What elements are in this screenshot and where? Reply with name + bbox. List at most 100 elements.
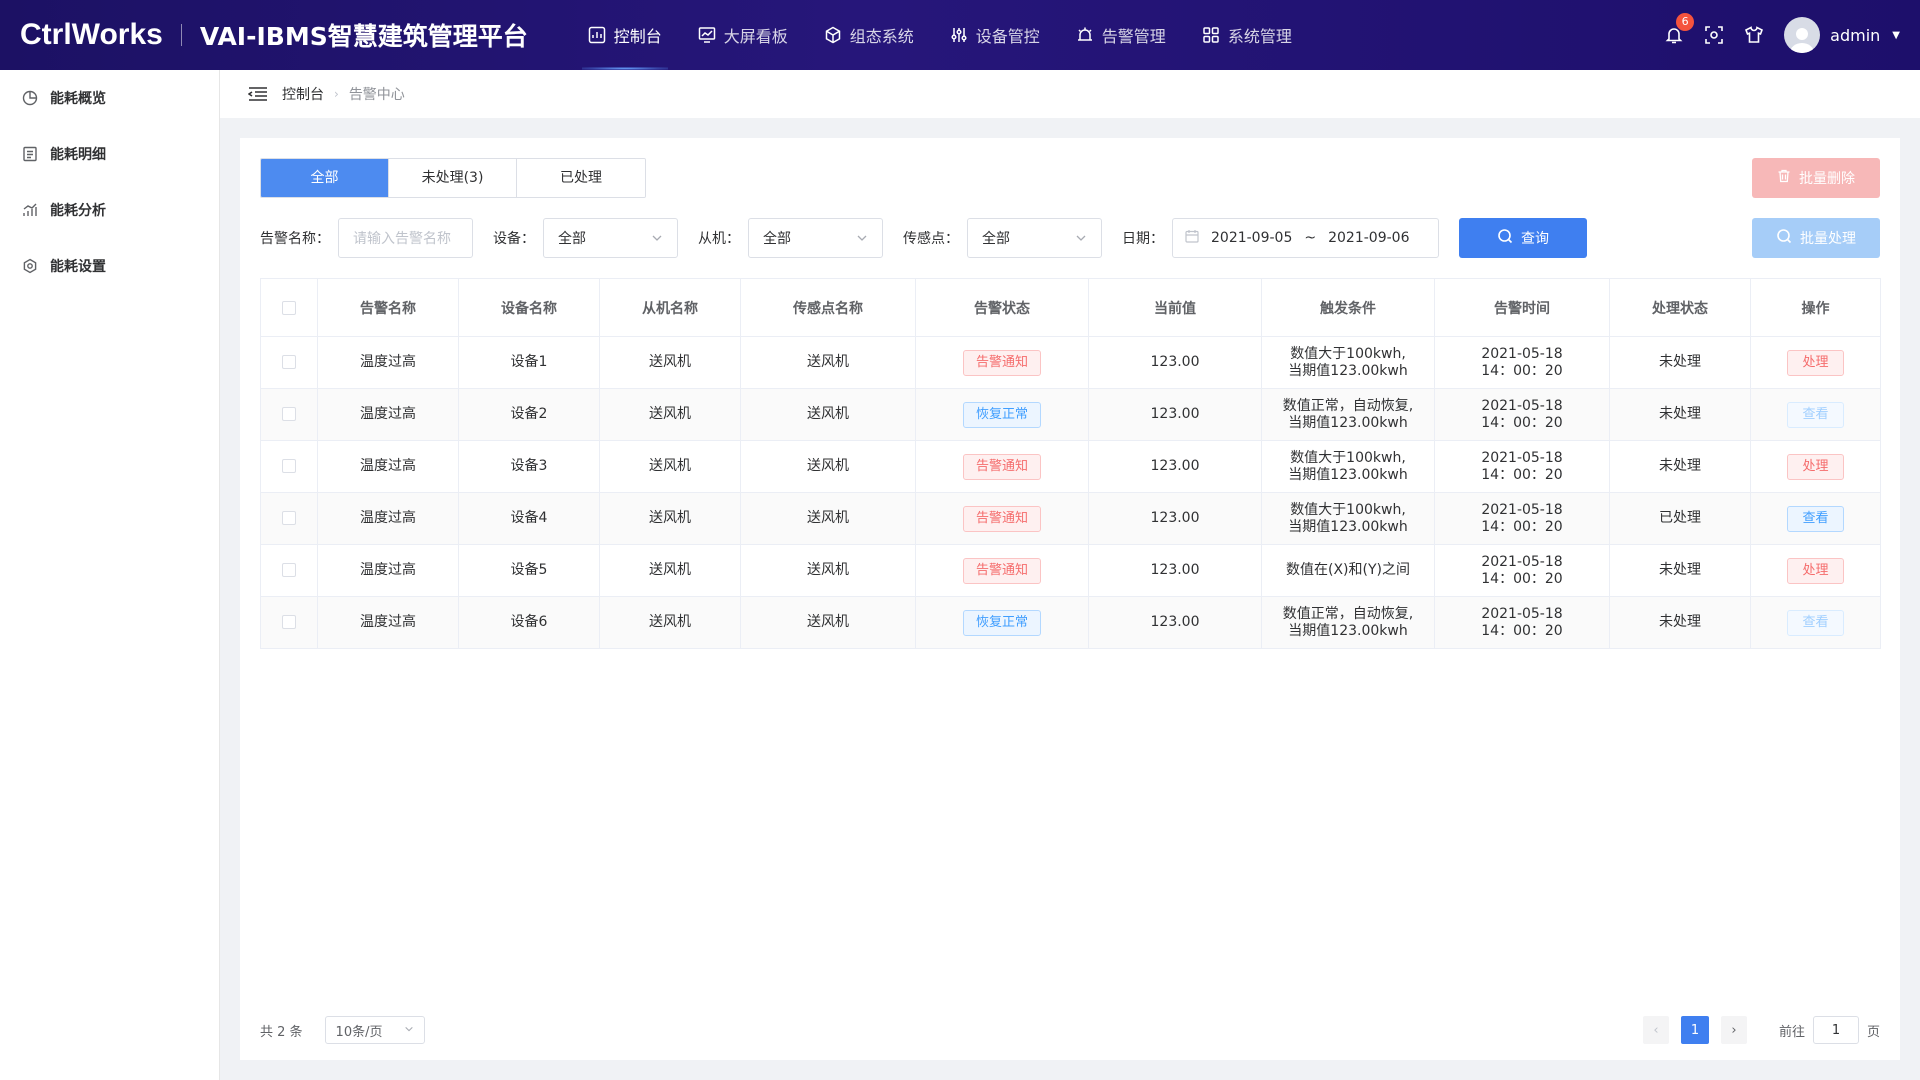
bell-icon[interactable]: 6 bbox=[1664, 13, 1695, 45]
next-page-icon[interactable]: › bbox=[1720, 1016, 1747, 1044]
alarm-name-input[interactable]: 请输入告警名称 bbox=[338, 218, 473, 258]
row-checkbox[interactable] bbox=[282, 407, 296, 421]
page-size-select[interactable]: 10条/页 bbox=[324, 1016, 425, 1044]
alarm-name-cell: 温度过高 bbox=[317, 388, 459, 441]
column-header: 从机名称 bbox=[599, 278, 741, 337]
tab-unprocessed[interactable]: 未处理(3) bbox=[389, 159, 517, 197]
pagination: 共 2 条 10条/页 ‹ 1 › 前往 1 页 bbox=[260, 1016, 1880, 1044]
alarm-date: 2021-05-18 bbox=[1481, 553, 1563, 570]
shirt-theme-icon[interactable] bbox=[1744, 25, 1764, 45]
sensor-select[interactable]: 全部 bbox=[967, 218, 1102, 258]
view-button[interactable]: 查看 bbox=[1787, 401, 1844, 428]
date-range-picker[interactable]: 2021-09-05 ~ 2021-09-06 bbox=[1172, 218, 1439, 258]
query-button[interactable]: 查询 bbox=[1459, 218, 1587, 258]
menu-fold-icon[interactable] bbox=[248, 86, 268, 102]
alarm-name-cell: 温度过高 bbox=[317, 596, 459, 649]
trigger-condition-line: 数值大于100kwh, bbox=[1290, 449, 1406, 466]
row-checkbox[interactable] bbox=[282, 355, 296, 369]
column-header: 处理状态 bbox=[1609, 278, 1751, 337]
nav-item-config-system[interactable]: 组态系统 bbox=[806, 0, 932, 70]
operation-cell: 处理 bbox=[1750, 440, 1881, 493]
goto-page-input[interactable]: 1 bbox=[1812, 1016, 1859, 1044]
row-checkbox[interactable] bbox=[282, 459, 296, 473]
alarm-status-badge: 告警通知 bbox=[962, 349, 1041, 376]
handle-button[interactable]: 处理 bbox=[1787, 453, 1844, 480]
nav-item-label: 系统管理 bbox=[1227, 27, 1292, 46]
nav-item-device-control[interactable]: 设备管控 bbox=[932, 0, 1058, 70]
select-all-cell bbox=[260, 278, 318, 337]
trigger-condition-cell: 数值正常，自动恢复, 当期值123.00kwh bbox=[1261, 596, 1435, 649]
table-header-row: 告警名称 设备名称 从机名称 传感点名称 告警状态 当前值 触发条件 告警时间 … bbox=[260, 278, 1881, 337]
query-label: 查询 bbox=[1521, 231, 1549, 247]
scan-icon[interactable] bbox=[1704, 25, 1724, 45]
view-button[interactable]: 查看 bbox=[1787, 505, 1844, 532]
caret-down-icon: ▼ bbox=[1892, 29, 1900, 41]
slave-select[interactable]: 全部 bbox=[748, 218, 883, 258]
row-checkbox[interactable] bbox=[282, 615, 296, 629]
gear-icon bbox=[22, 258, 38, 274]
sidebar-item-energy-overview[interactable]: 能耗概览 bbox=[0, 70, 219, 126]
sensor-name-cell: 送风机 bbox=[740, 388, 916, 441]
prev-page-icon[interactable]: ‹ bbox=[1642, 1016, 1669, 1044]
row-checkbox[interactable] bbox=[282, 563, 296, 577]
device-select-value: 全部 bbox=[558, 231, 586, 247]
sensor-label: 传感点： bbox=[903, 231, 959, 247]
process-status-cell: 未处理 bbox=[1609, 336, 1751, 389]
alarm-date: 2021-05-18 bbox=[1481, 449, 1563, 466]
process-status-cell: 已处理 bbox=[1609, 492, 1751, 545]
batch-delete-button[interactable]: 批量删除 bbox=[1752, 158, 1880, 198]
row-checkbox[interactable] bbox=[282, 511, 296, 525]
sidebar-item-energy-settings[interactable]: 能耗设置 bbox=[0, 238, 219, 294]
select-all-checkbox[interactable] bbox=[282, 300, 296, 315]
sidebar-item-energy-analysis[interactable]: 能耗分析 bbox=[0, 182, 219, 238]
operation-cell: 查看 bbox=[1750, 596, 1881, 649]
alarm-status-cell: 告警通知 bbox=[915, 492, 1089, 545]
tab-all[interactable]: 全部 bbox=[261, 159, 389, 197]
trash-icon bbox=[1777, 169, 1791, 187]
slave-name-cell: 送风机 bbox=[599, 440, 741, 493]
tab-processed[interactable]: 已处理 bbox=[517, 159, 645, 197]
date-end[interactable]: 2021-09-06 bbox=[1328, 230, 1409, 246]
search-icon bbox=[1776, 228, 1792, 248]
table-row: 温度过高 设备4 送风机 送风机 告警通知 123.00 数值大于100kwh, 当期值123… bbox=[260, 492, 1881, 545]
breadcrumb: 控制台 › 告警中心 bbox=[220, 70, 1920, 118]
sensor-name-cell: 送风机 bbox=[740, 544, 916, 597]
alarm-time-cell: 2021-05-18 14：00：20 bbox=[1434, 544, 1610, 597]
nav-item-alarm-management[interactable]: 告警管理 bbox=[1058, 0, 1184, 70]
alarm-table-body: 温度过高 设备1 送风机 送风机 告警通知 123.00 数值大于100kwh, 当期值123… bbox=[260, 336, 1881, 649]
goto-page: 前往 1 页 bbox=[1779, 1016, 1880, 1044]
chevron-down-icon bbox=[1075, 232, 1087, 244]
device-select[interactable]: 全部 bbox=[543, 218, 678, 258]
alarm-status-cell: 恢复正常 bbox=[915, 596, 1089, 649]
alarm-time: 14：00：20 bbox=[1481, 622, 1563, 639]
alarm-time-cell: 2021-05-18 14：00：20 bbox=[1434, 440, 1610, 493]
pagination-controls: ‹ 1 › 前往 1 页 bbox=[1642, 1016, 1880, 1044]
nav-item-big-screen[interactable]: 大屏看板 bbox=[680, 0, 806, 70]
chevron-down-icon bbox=[651, 232, 663, 244]
handle-button[interactable]: 处理 bbox=[1787, 349, 1844, 376]
platform-title: VAI-IBMS智慧建筑管理平台 bbox=[199, 22, 528, 51]
alarm-date: 2021-05-18 bbox=[1481, 605, 1563, 622]
user-menu[interactable]: admin ▼ bbox=[1784, 17, 1900, 53]
chevron-down-icon bbox=[404, 1023, 414, 1038]
handle-button[interactable]: 处理 bbox=[1787, 557, 1844, 584]
slave-name-cell: 送风机 bbox=[599, 596, 741, 649]
sidebar-item-energy-detail[interactable]: 能耗明细 bbox=[0, 126, 219, 182]
date-start[interactable]: 2021-09-05 bbox=[1211, 230, 1292, 246]
operation-cell: 处理 bbox=[1750, 336, 1881, 389]
batch-delete-label: 批量删除 bbox=[1799, 171, 1855, 187]
column-header: 告警状态 bbox=[915, 278, 1089, 337]
nav-item-dashboard[interactable]: 控制台 bbox=[570, 0, 680, 70]
page-number-current[interactable]: 1 bbox=[1680, 1016, 1709, 1044]
batch-process-button[interactable]: 批量处理 bbox=[1752, 218, 1880, 258]
grid-icon bbox=[1202, 26, 1220, 44]
sensor-select-value: 全部 bbox=[982, 231, 1010, 247]
notification-badge: 6 bbox=[1676, 13, 1695, 31]
brand-logo[interactable]: CtrlWorks bbox=[20, 18, 163, 52]
device-name-cell: 设备5 bbox=[458, 544, 600, 597]
breadcrumb-root[interactable]: 控制台 bbox=[282, 84, 324, 104]
view-button[interactable]: 查看 bbox=[1787, 609, 1844, 636]
pagination-total: 共 2 条 bbox=[260, 1024, 303, 1040]
nav-item-system-management[interactable]: 系统管理 bbox=[1184, 0, 1310, 70]
column-header: 告警时间 bbox=[1434, 278, 1610, 337]
